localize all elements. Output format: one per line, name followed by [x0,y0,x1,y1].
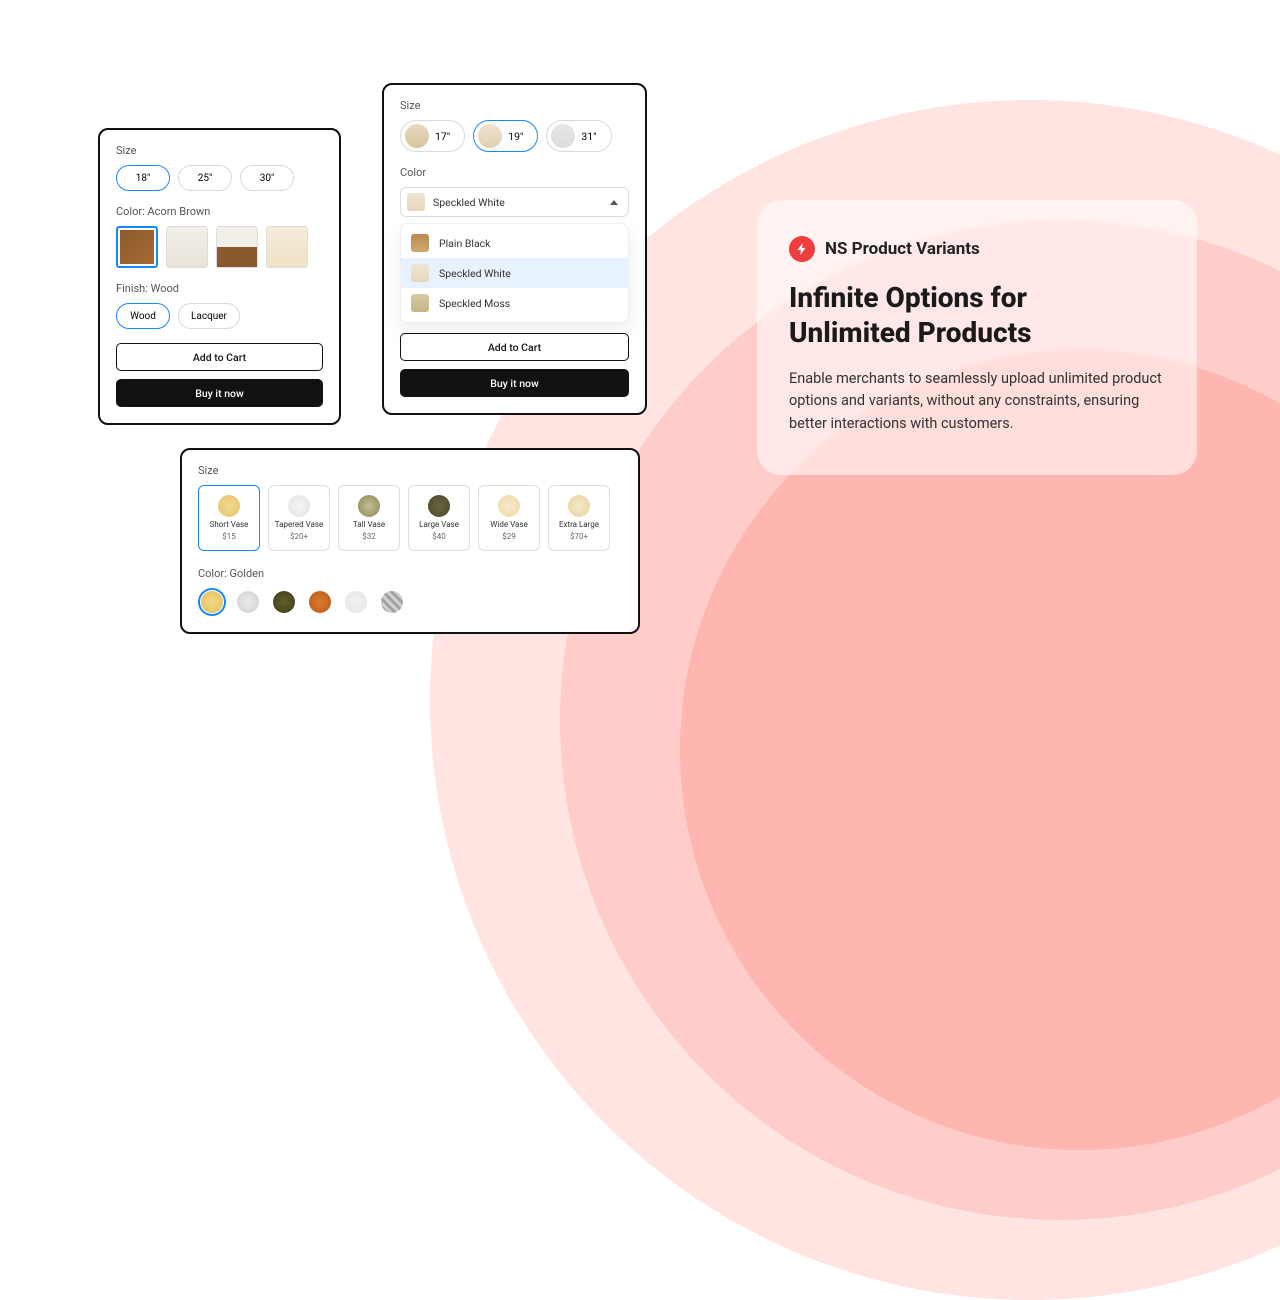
promo-panel: NS Product Variants Infinite Options for… [757,200,1197,475]
option-thumb-icon [478,124,502,148]
dropdown-option[interactable]: Speckled Moss [401,288,628,318]
size-label: Size [400,99,629,112]
color-swatch[interactable] [116,226,158,268]
headline: Infinite Options for Unlimited Products [789,280,1165,350]
tile-thumb-icon [498,495,520,517]
size-row: 18" 25" 30" [116,165,323,191]
size-tile[interactable]: Tall Vase$32 [338,485,400,551]
buy-now-button[interactable]: Buy it now [400,369,629,397]
variant-card-a: Size 18" 25" 30" Color: Acorn Brown Finish… [98,128,341,425]
variant-card-c: Size Short Vase$15Tapered Vase$20+Tall V… [180,448,640,634]
option-pill[interactable]: 30" [240,165,294,191]
size-tile[interactable]: Short Vase$15 [198,485,260,551]
size-tile[interactable]: Wide Vase$29 [478,485,540,551]
tile-thumb-icon [288,495,310,517]
option-pill[interactable]: 18" [116,165,170,191]
color-circle[interactable] [378,588,406,616]
option-pill[interactable]: Wood [116,303,170,329]
dropdown-value: Speckled White [433,196,505,209]
tile-thumb-icon [218,495,240,517]
variant-card-b: Size 17"19"31" Color Speckled White Plai… [382,83,647,415]
color-label: Color: Golden [198,567,622,580]
color-label: Color: Acorn Brown [116,205,323,218]
color-circle[interactable] [342,588,370,616]
color-swatch[interactable] [216,226,258,268]
color-swatch[interactable] [166,226,208,268]
size-tile[interactable]: Extra Large$70+ [548,485,610,551]
dropdown-option[interactable]: Plain Black [401,228,628,258]
tile-thumb-icon [568,495,590,517]
option-pill-image[interactable]: 19" [473,120,538,152]
color-circle[interactable] [234,588,262,616]
option-thumb-icon [411,234,429,252]
option-thumb-icon [411,264,429,282]
size-row: 17"19"31" [400,120,629,152]
color-dropdown[interactable]: Speckled White [400,187,629,217]
dropdown-option[interactable]: Speckled White [401,258,628,288]
option-pill[interactable]: 25" [178,165,232,191]
brand-lightning-icon [789,236,815,262]
option-pill-image[interactable]: 17" [400,120,465,152]
dropdown-thumb-icon [407,193,425,211]
circle-row [198,588,622,616]
swatch-row [116,226,323,268]
brand-row: NS Product Variants [789,236,1165,262]
finish-label: Finish: Wood [116,282,323,295]
tile-row: Short Vase$15Tapered Vase$20+Tall Vase$3… [198,485,622,551]
size-tile[interactable]: Tapered Vase$20+ [268,485,330,551]
color-circle[interactable] [270,588,298,616]
add-to-cart-button[interactable]: Add to Cart [116,343,323,371]
add-to-cart-button[interactable]: Add to Cart [400,333,629,361]
color-circle[interactable] [198,588,226,616]
color-dropdown-menu: Plain BlackSpeckled WhiteSpeckled Moss [400,223,629,323]
color-label: Color [400,166,629,179]
finish-row: Wood Lacquer [116,303,323,329]
option-thumb-icon [551,124,575,148]
size-tile[interactable]: Large Vase$40 [408,485,470,551]
size-label: Size [198,464,622,477]
tile-thumb-icon [428,495,450,517]
brand-name: NS Product Variants [825,239,980,259]
option-thumb-icon [405,124,429,148]
description: Enable merchants to seamlessly upload un… [789,368,1165,435]
tile-thumb-icon [358,495,380,517]
buy-now-button[interactable]: Buy it now [116,379,323,407]
option-pill[interactable]: Lacquer [178,303,240,329]
color-circle[interactable] [306,588,334,616]
color-swatch[interactable] [266,226,308,268]
size-label: Size [116,144,323,157]
option-pill-image[interactable]: 31" [546,120,611,152]
chevron-up-icon [610,200,618,205]
option-thumb-icon [411,294,429,312]
